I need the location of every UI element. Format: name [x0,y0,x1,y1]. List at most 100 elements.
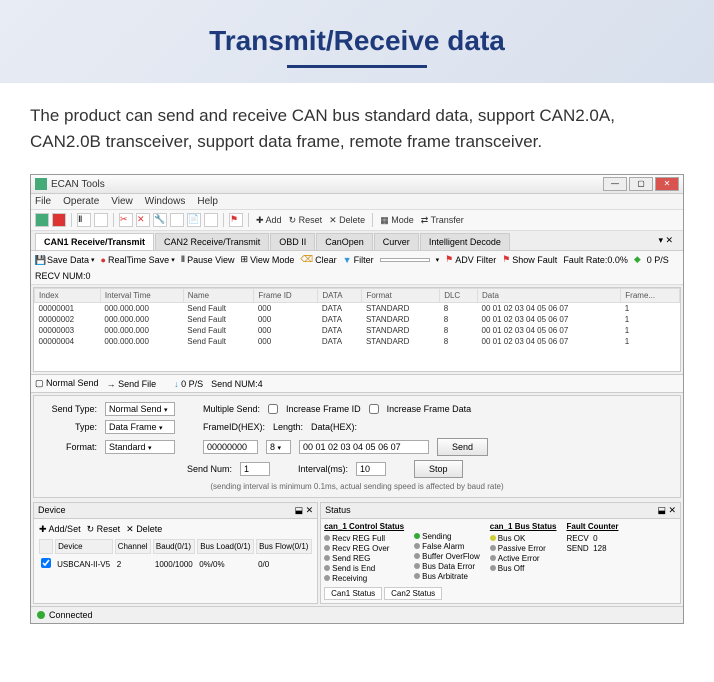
filter-dropdown-icon[interactable]: ▾ [436,256,440,264]
dev-col-baud[interactable]: Baud(0/1) [153,539,195,554]
stop-icon[interactable] [52,213,66,227]
status-panel-header: Status ⬓ ✕ [321,503,680,519]
cut-icon[interactable]: ✂ [119,213,133,227]
show-fault-button[interactable]: ⚑Show Fault [502,254,557,265]
send-button[interactable]: Send [437,438,488,456]
col-name[interactable]: Name [183,289,254,303]
menu-file[interactable]: File [35,196,51,207]
table-cell: Send Fault [183,303,254,315]
device-delete-button[interactable]: ✕ Delete [126,524,162,535]
menu-view[interactable]: View [111,196,133,207]
device-title: Device [38,505,66,516]
col-format[interactable]: Format [362,289,440,303]
stop-button[interactable]: Stop [414,460,463,478]
col-frameid[interactable]: Frame ID [254,289,318,303]
send-file-tab[interactable]: → Send File [107,379,157,389]
type-select[interactable]: Data Frame ▾ [105,420,175,434]
wrench-icon[interactable]: 🔧 [153,213,167,227]
close-button[interactable]: ✕ [655,177,679,191]
separator [372,213,373,227]
device-panel-controls[interactable]: ⬓ ✕ [295,505,314,516]
dev-col-busload[interactable]: Bus Load(0/1) [197,539,254,554]
table-row[interactable]: 00000003000.000.000Send Fault000DATASTAN… [35,325,680,336]
send-note: (sending interval is minimum 0.1ms, actu… [42,482,672,491]
clear-button[interactable]: ⌫Clear [300,254,336,265]
length-select[interactable]: 8 ▾ [266,440,291,454]
data-input[interactable]: 00 01 02 03 04 05 06 07 [299,440,429,454]
filter-input[interactable] [380,258,430,262]
frameid-input[interactable]: 00000000 [203,440,258,454]
table-cell: Send Fault [183,336,254,347]
mode-button[interactable]: ▦ Mode [378,215,416,226]
tabs-close-icon[interactable]: ▾ ✕ [652,233,679,250]
increase-framedata-checkbox[interactable] [369,404,379,414]
sendnum-input[interactable]: 1 [240,462,270,476]
interval-input[interactable]: 10 [356,462,386,476]
minimize-button[interactable]: — [603,177,627,191]
tab-obd2[interactable]: OBD II [270,233,315,250]
table-cell: 00000001 [35,303,101,315]
tab-intelligent-decode[interactable]: Intelligent Decode [420,233,510,250]
titlebar: ECAN Tools — ▢ ✕ [31,175,683,194]
flag-icon[interactable]: ⚑ [229,213,243,227]
tab-can1[interactable]: CAN1 Receive/Transmit [35,233,154,250]
col-dlc[interactable]: DLC [440,289,478,303]
filter-button[interactable]: ▼Filter [343,255,374,265]
adv-filter-button[interactable]: ⚑ADV Filter [445,254,496,265]
dot-icon [324,565,330,571]
device-addset-button[interactable]: ✚ Add/Set [39,524,81,535]
save-data-button[interactable]: 💾Save Data ▾ [35,255,95,265]
main-tabs: CAN1 Receive/Transmit CAN2 Receive/Trans… [31,231,683,251]
table-cell: 00000003 [35,325,101,336]
dev-col-busflow[interactable]: Bus Flow(0/1) [256,539,312,554]
length-label: Length: [273,422,303,432]
delete-button[interactable]: ✕ Delete [327,215,367,226]
reset-button[interactable]: ↻ Reset [287,215,325,226]
col-datatype[interactable]: DATA [318,289,362,303]
transfer-button[interactable]: ⇄ Transfer [419,215,466,226]
file-icon[interactable]: 📄 [187,213,201,227]
view-mode-button[interactable]: ⊞View Mode [241,254,295,265]
table-row[interactable]: 00000004000.000.000Send Fault000DATASTAN… [35,336,680,347]
device-checkbox[interactable] [41,558,51,568]
dev-col-channel[interactable]: Channel [115,539,151,554]
maximize-button[interactable]: ▢ [629,177,653,191]
status-panel-controls[interactable]: ⬓ ✕ [657,505,676,516]
pause-view-button[interactable]: ⅡPause View [181,254,235,265]
tab-curver[interactable]: Curver [374,233,419,250]
status-col-control2: Sending False Alarm Buffer OverFlow Bus … [414,522,480,583]
can1-status-tab[interactable]: Can1 Status [324,587,382,600]
doc-icon[interactable] [204,213,218,227]
menu-help[interactable]: Help [197,196,218,207]
menu-windows[interactable]: Windows [145,196,186,207]
delete-x-icon[interactable]: ✕ [136,213,150,227]
tab-canopen[interactable]: CanOpen [316,233,373,250]
table-row[interactable]: 00000001000.000.000Send Fault000DATASTAN… [35,303,680,315]
col-frame[interactable]: Frame... [621,289,680,303]
table-cell: 1 [621,314,680,325]
device-reset-button[interactable]: ↻ Reset [87,524,121,535]
dot-icon [490,545,496,551]
device-row[interactable]: USBCAN-II-V5 2 1000/1000 0%/0% 0/0 [39,556,312,572]
tool-icon[interactable] [94,213,108,227]
app-window: ECAN Tools — ▢ ✕ File Operate View Windo… [30,174,684,624]
can2-status-tab[interactable]: Can2 Status [384,587,442,600]
format-select[interactable]: Standard ▾ [105,440,175,454]
normal-send-tab[interactable]: ▢ Normal Send [35,378,99,389]
dev-col-device[interactable]: Device [55,539,113,554]
realtime-save-button[interactable]: ●RealTime Save ▾ [101,255,175,265]
copy-icon[interactable] [170,213,184,227]
dot-icon [324,545,330,551]
pause-icon[interactable]: Ⅱ [77,213,91,227]
device-channel-cell: 2 [115,556,151,572]
menu-operate[interactable]: Operate [63,196,99,207]
col-data[interactable]: Data [478,289,621,303]
col-index[interactable]: Index [35,289,101,303]
col-interval[interactable]: Interval Time [100,289,183,303]
increase-frameid-checkbox[interactable] [268,404,278,414]
tab-can2[interactable]: CAN2 Receive/Transmit [155,233,269,250]
play-icon[interactable] [35,213,49,227]
add-button[interactable]: ✚ Add [254,215,284,226]
send-type-select[interactable]: Normal Send ▾ [105,402,175,416]
table-row[interactable]: 00000002000.000.000Send Fault000DATASTAN… [35,314,680,325]
